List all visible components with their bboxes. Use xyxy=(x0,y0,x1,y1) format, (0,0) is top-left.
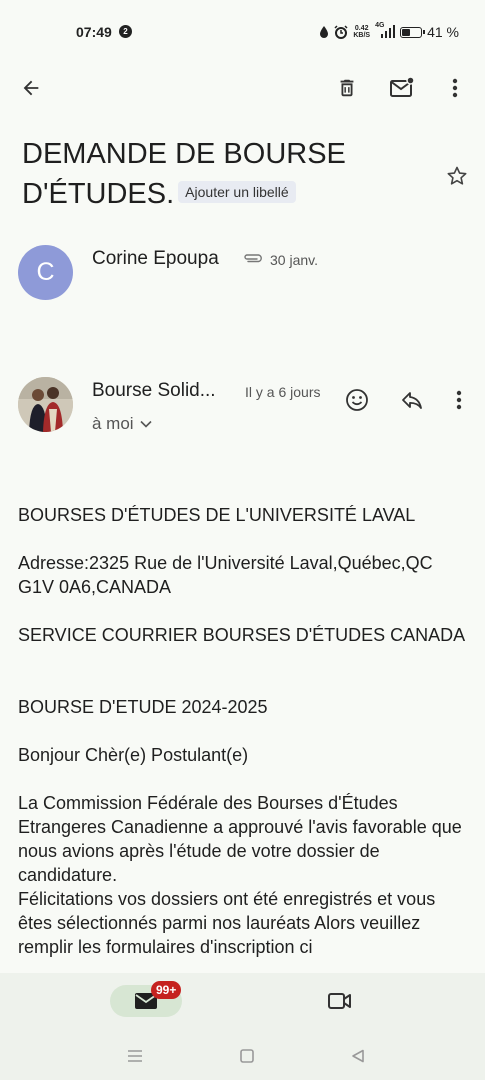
recents-button[interactable] xyxy=(124,1045,146,1067)
message-body: BOURSES D'ÉTUDES DE L'UNIVERSITÉ LAVAL A… xyxy=(18,503,468,973)
body-paragraph: BOURSE D'ETUDE 2024-2025 xyxy=(18,697,268,717)
square-icon xyxy=(240,1049,254,1063)
battery-level-fill xyxy=(402,28,411,36)
sender-avatar[interactable]: C xyxy=(18,245,73,300)
recipient-label: à moi xyxy=(92,414,134,433)
video-camera-icon xyxy=(328,993,351,1009)
more-vert-icon xyxy=(456,390,462,410)
profile-photo xyxy=(18,377,73,432)
body-paragraph: BOURSES D'ÉTUDES DE L'UNIVERSITÉ LAVAL xyxy=(18,505,416,525)
signal-icon: 4G xyxy=(375,22,396,39)
sender-avatar-photo[interactable] xyxy=(18,377,73,432)
body-paragraph: Félicitations vos dossiers ont été enreg… xyxy=(18,889,436,957)
trash-icon xyxy=(340,79,354,97)
message-time-ago: Il y a 6 jours xyxy=(245,384,321,400)
body-paragraph: Bonjour Chèr(e) Postulant(e) xyxy=(18,745,249,765)
email-subject: DEMANDE DE BOURSE D'ÉTUDES. Ajouter un li… xyxy=(22,134,432,214)
message-more-button[interactable] xyxy=(442,383,476,417)
status-icons: 0.42 KB/S 4G 41 % xyxy=(319,22,459,42)
reply-button[interactable] xyxy=(395,383,429,417)
body-paragraph: SERVICE COURRIER BOURSES D'ÉTUDES CANADA xyxy=(18,625,466,645)
nav-meet-tab[interactable] xyxy=(324,985,356,1017)
more-options-button[interactable] xyxy=(437,70,473,106)
water-drop-icon xyxy=(320,26,329,38)
message-date: 30 janv. xyxy=(270,252,318,268)
status-time: 07:49 xyxy=(76,24,112,40)
body-paragraph: Adresse:2325 Rue de l'Université Laval,Q… xyxy=(18,553,433,597)
emoji-icon xyxy=(346,389,368,411)
notification-count-badge: 2 xyxy=(119,25,132,38)
star-button[interactable] xyxy=(441,160,473,192)
status-bar: 07:49 2 0.42 KB/S 4G 41 % xyxy=(0,0,485,62)
add-label-chip[interactable]: Ajouter un libellé xyxy=(178,181,296,204)
bottom-navigation: 99+ xyxy=(0,973,485,1031)
back-system-button[interactable] xyxy=(347,1045,369,1067)
star-outline-icon xyxy=(447,166,467,185)
attachment-icon xyxy=(244,254,262,263)
sender-name: Bourse Solid... xyxy=(92,380,216,401)
network-speed-value: 0.42 xyxy=(354,25,369,32)
recipient-details-toggle[interactable]: à moi xyxy=(92,414,152,434)
triangle-back-icon xyxy=(352,1049,364,1063)
battery-icon xyxy=(400,26,426,38)
home-button[interactable] xyxy=(236,1045,258,1067)
delete-button[interactable] xyxy=(329,70,365,106)
toolbar xyxy=(0,66,485,110)
reply-icon xyxy=(402,392,422,409)
sender-name: Corine Epoupa xyxy=(92,248,219,269)
chevron-down-icon xyxy=(140,420,152,428)
system-navigation-bar xyxy=(0,1031,485,1080)
body-paragraph: La Commission Fédérale des Bourses d'Étu… xyxy=(18,793,462,885)
menu-lines-icon xyxy=(128,1050,142,1062)
network-speed: 0.42 KB/S xyxy=(353,25,370,39)
alarm-icon xyxy=(334,25,348,39)
react-emoji-button[interactable] xyxy=(340,383,374,417)
more-vert-icon xyxy=(452,78,458,98)
mail-unread-icon xyxy=(390,76,415,97)
arrow-back-icon xyxy=(23,80,39,96)
mark-unread-button[interactable] xyxy=(384,70,420,106)
unread-count-badge: 99+ xyxy=(151,981,182,999)
network-speed-unit: KB/S xyxy=(353,32,371,39)
back-button[interactable] xyxy=(13,70,49,106)
battery-percent: 41 % xyxy=(427,24,459,40)
